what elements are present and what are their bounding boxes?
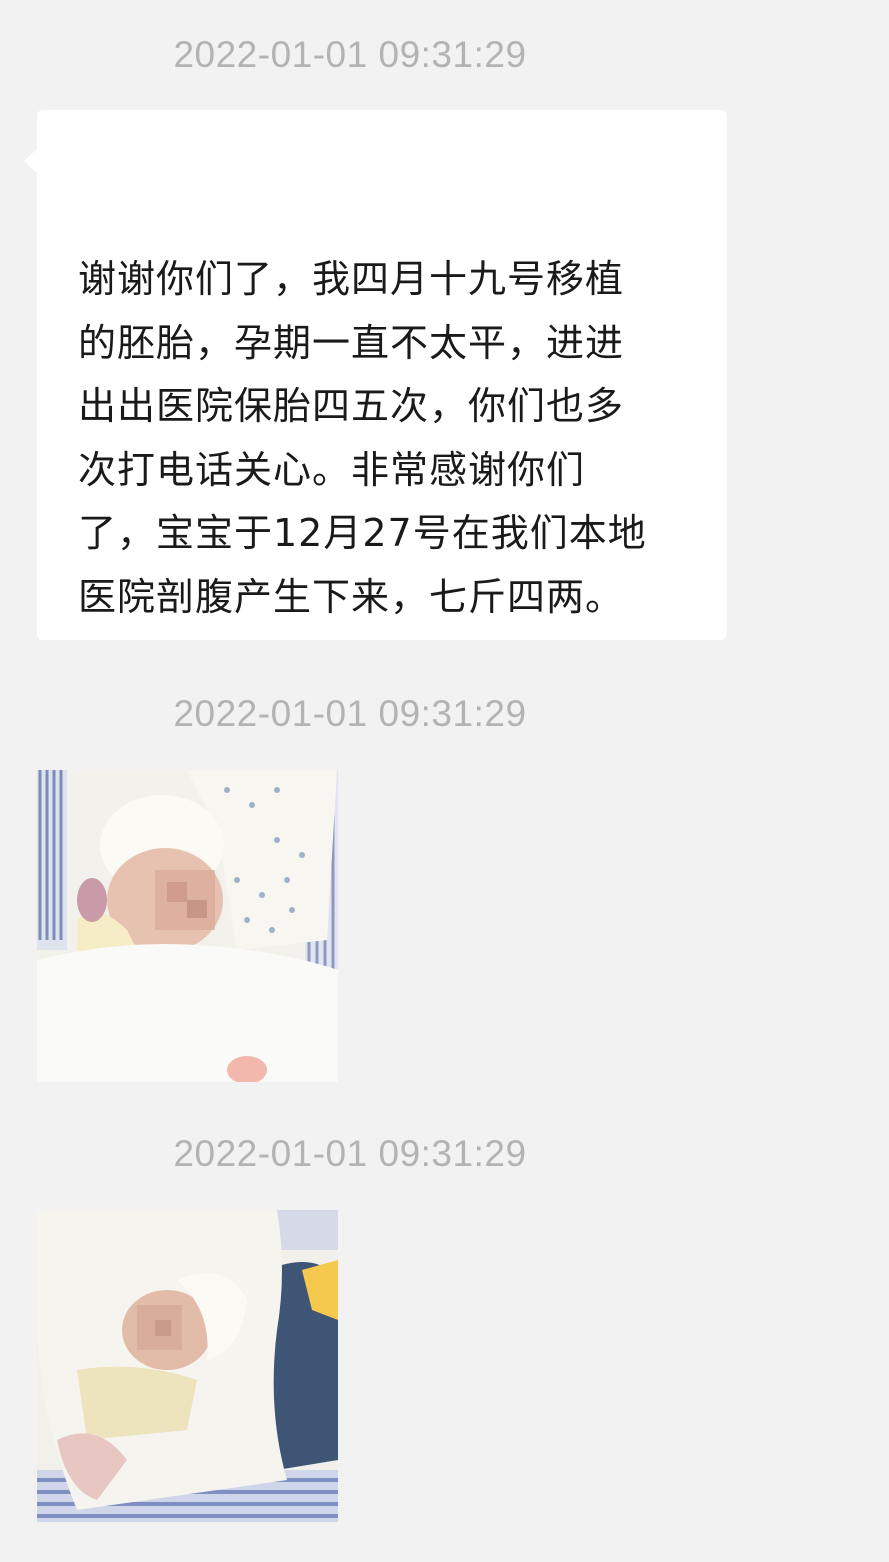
message-timestamp: 2022-01-01 09:31:29 bbox=[173, 1133, 527, 1174]
image-message-newborn-wrapped[interactable] bbox=[37, 1210, 338, 1522]
image-message-newborn[interactable] bbox=[37, 770, 338, 1082]
newborn-wrapped-photo-image bbox=[37, 1210, 338, 1522]
newborn-photo-image bbox=[37, 770, 338, 1082]
message-timestamp: 2022-01-01 09:31:29 bbox=[173, 693, 527, 734]
message-text: 谢谢你们了，我四月十九号移植 的胚胎，孕期一直不太平，进进 出出医院保胎四五次，… bbox=[78, 257, 647, 619]
text-message-bubble[interactable]: 谢谢你们了，我四月十九号移植 的胚胎，孕期一直不太平，进进 出出医院保胎四五次，… bbox=[24, 110, 727, 640]
message-timestamp: 2022-01-01 09:31:29 bbox=[173, 34, 527, 75]
chat-screen: 2022-01-01 09:31:29 谢谢你们了，我四月十九号移植 的胚胎，孕… bbox=[0, 0, 889, 1562]
